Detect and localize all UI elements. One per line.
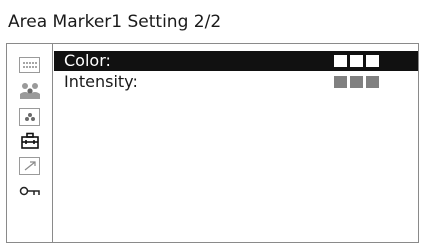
dots-box-icon[interactable] <box>19 108 40 126</box>
key-icon[interactable] <box>19 182 41 202</box>
sidebar <box>7 44 53 242</box>
swatch-block <box>334 76 347 88</box>
color-swatch-value <box>334 55 379 67</box>
people-icon[interactable] <box>19 81 41 101</box>
intensity-swatch-value <box>334 76 379 88</box>
toolbox-icon[interactable] <box>19 131 41 151</box>
paint-dots-icon[interactable] <box>19 57 40 73</box>
setting-label: Color: <box>64 51 111 70</box>
setting-label: Intensity: <box>64 72 138 91</box>
swatch-block <box>366 55 379 67</box>
swatch-block <box>366 76 379 88</box>
swatch-block <box>350 55 363 67</box>
swatch-block <box>350 76 363 88</box>
setting-row-color[interactable]: Color: <box>54 51 418 71</box>
swatch-block <box>334 55 347 67</box>
settings-list: Color: Intensity: <box>54 44 418 242</box>
setting-row-intensity[interactable]: Intensity: <box>54 72 418 92</box>
arrow-box-icon[interactable] <box>19 157 40 175</box>
page-title: Area Marker1 Setting 2/2 <box>8 12 222 32</box>
